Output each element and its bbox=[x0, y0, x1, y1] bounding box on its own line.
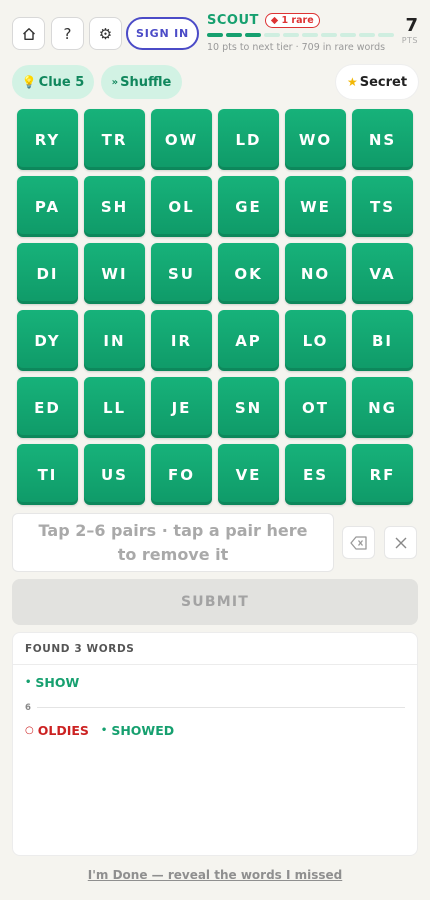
shuffle-button[interactable]: » Shuffle bbox=[101, 65, 182, 99]
letter-tile[interactable]: SH bbox=[84, 176, 145, 237]
letter-tile[interactable]: IR bbox=[151, 310, 212, 371]
letter-tile[interactable]: AP bbox=[218, 310, 279, 371]
progress-segment bbox=[283, 33, 299, 37]
found-word-text: SHOWED bbox=[111, 723, 175, 738]
home-button[interactable] bbox=[12, 17, 45, 50]
letter-tile[interactable]: RY bbox=[17, 109, 78, 170]
progress-segment bbox=[340, 33, 356, 37]
letter-tile[interactable]: SN bbox=[218, 377, 279, 438]
letter-tile[interactable]: WO bbox=[285, 109, 346, 170]
letter-tile[interactable]: BI bbox=[352, 310, 413, 371]
letter-tile[interactable]: ED bbox=[17, 377, 78, 438]
letter-tile[interactable]: OK bbox=[218, 243, 279, 304]
shuffle-label: Shuffle bbox=[120, 74, 172, 90]
found-word-text: OLDIES bbox=[37, 723, 89, 738]
found-words-row-4: • SHOW bbox=[25, 675, 91, 690]
found-word[interactable]: • SHOW bbox=[25, 675, 79, 690]
letter-tile[interactable]: LL bbox=[84, 377, 145, 438]
found-words-heading: FOUND 3 WORDS bbox=[13, 633, 417, 665]
letter-tile[interactable]: IN bbox=[84, 310, 145, 371]
letter-tile[interactable]: TS bbox=[352, 176, 413, 237]
progress-segment bbox=[207, 33, 223, 37]
letter-tile[interactable]: TI bbox=[17, 444, 78, 505]
letter-tile[interactable]: NG bbox=[352, 377, 413, 438]
word-marker: • bbox=[100, 725, 108, 736]
shuffle-icon: » bbox=[111, 76, 119, 88]
found-word-text: SHOW bbox=[35, 675, 80, 690]
secret-label: Secret bbox=[359, 74, 408, 90]
gear-icon: ⚙ bbox=[98, 24, 113, 43]
letter-tile[interactable]: ES bbox=[285, 444, 346, 505]
letter-tile[interactable]: DI bbox=[17, 243, 78, 304]
letter-tile[interactable]: NO bbox=[285, 243, 346, 304]
progress-segment bbox=[226, 33, 242, 37]
submit-button[interactable]: SUBMIT bbox=[12, 579, 418, 625]
progress-segment bbox=[359, 33, 375, 37]
backspace-button[interactable] bbox=[342, 526, 375, 559]
rare-word-marker: ○ bbox=[25, 725, 34, 736]
reveal-missed-words-link[interactable]: I'm Done — reveal the words I missed bbox=[0, 868, 430, 882]
rare-count-badge: ◆ 1 rare bbox=[264, 12, 320, 28]
letter-tile[interactable]: GE bbox=[218, 176, 279, 237]
letter-tile[interactable]: NS bbox=[352, 109, 413, 170]
letter-tile[interactable]: US bbox=[84, 444, 145, 505]
score: 7 PTS bbox=[388, 15, 418, 46]
found-word[interactable]: ○ OLDIES bbox=[25, 723, 89, 738]
sign-in-button[interactable]: SIGN IN bbox=[126, 17, 199, 50]
letter-tile[interactable]: OT bbox=[285, 377, 346, 438]
letter-tile[interactable]: FO bbox=[151, 444, 212, 505]
clue-button[interactable]: 💡 Clue 5 bbox=[12, 65, 94, 99]
letter-tile[interactable]: RF bbox=[352, 444, 413, 505]
rank-panel: SCOUT ◆ 1 rare 10 pts to next tier · 709… bbox=[207, 12, 397, 53]
home-icon bbox=[22, 27, 35, 40]
letter-tile[interactable]: WI bbox=[84, 243, 145, 304]
help-button[interactable]: ? bbox=[51, 17, 84, 50]
score-unit: PTS bbox=[401, 36, 418, 45]
letter-tile[interactable]: SU bbox=[151, 243, 212, 304]
progress-segment bbox=[245, 33, 261, 37]
lightbulb-icon: 💡 bbox=[21, 75, 37, 89]
letter-tile[interactable]: VE bbox=[218, 444, 279, 505]
letter-pair-grid: RY TR OW LD WO NS PA SH OL GE WE TS DI WI SU OK NO VA DY IN… bbox=[17, 109, 413, 505]
word-marker: • bbox=[25, 677, 32, 688]
backspace-icon bbox=[349, 535, 367, 550]
letter-tile[interactable]: PA bbox=[17, 176, 78, 237]
length-divider bbox=[37, 707, 405, 708]
letter-tile[interactable]: JE bbox=[151, 377, 212, 438]
letter-tile[interactable]: TR bbox=[84, 109, 145, 170]
letter-tile[interactable]: WE bbox=[285, 176, 346, 237]
letter-tile[interactable]: OW bbox=[151, 109, 212, 170]
letter-tile[interactable]: OL bbox=[151, 176, 212, 237]
tier-progress-bar bbox=[207, 33, 397, 37]
close-icon bbox=[395, 537, 406, 548]
letter-tile[interactable]: VA bbox=[352, 243, 413, 304]
progress-segment bbox=[321, 33, 337, 37]
score-value: 7 bbox=[405, 15, 418, 36]
secret-button[interactable]: ★ Secret bbox=[336, 65, 418, 99]
settings-button[interactable]: ⚙ bbox=[89, 17, 122, 50]
letter-tile[interactable]: DY bbox=[17, 310, 78, 371]
header: ? ⚙ SIGN IN SCOUT ◆ 1 rare 10 pts to nex… bbox=[12, 12, 418, 58]
letter-tile[interactable]: LD bbox=[218, 109, 279, 170]
progress-segment bbox=[264, 33, 280, 37]
next-tier-text: 10 pts to next tier · 709 in rare words bbox=[207, 42, 386, 53]
rank-name: SCOUT bbox=[207, 12, 259, 28]
length-label: 6 bbox=[25, 703, 31, 713]
found-words-row-6: ○ OLDIES • SHOWED bbox=[25, 723, 186, 738]
progress-segment bbox=[302, 33, 318, 37]
found-words-panel: FOUND 3 WORDS • SHOW 6 ○ OLDIES • SHOWED bbox=[12, 632, 418, 856]
clear-button[interactable] bbox=[384, 526, 417, 559]
letter-tile[interactable]: LO bbox=[285, 310, 346, 371]
star-icon: ★ bbox=[346, 75, 358, 89]
word-entry-area[interactable]: Tap 2–6 pairs · tap a pair here to remov… bbox=[12, 513, 334, 572]
clue-label: Clue 5 bbox=[38, 74, 85, 90]
found-word[interactable]: • SHOWED bbox=[101, 723, 174, 738]
help-icon: ? bbox=[63, 24, 72, 43]
